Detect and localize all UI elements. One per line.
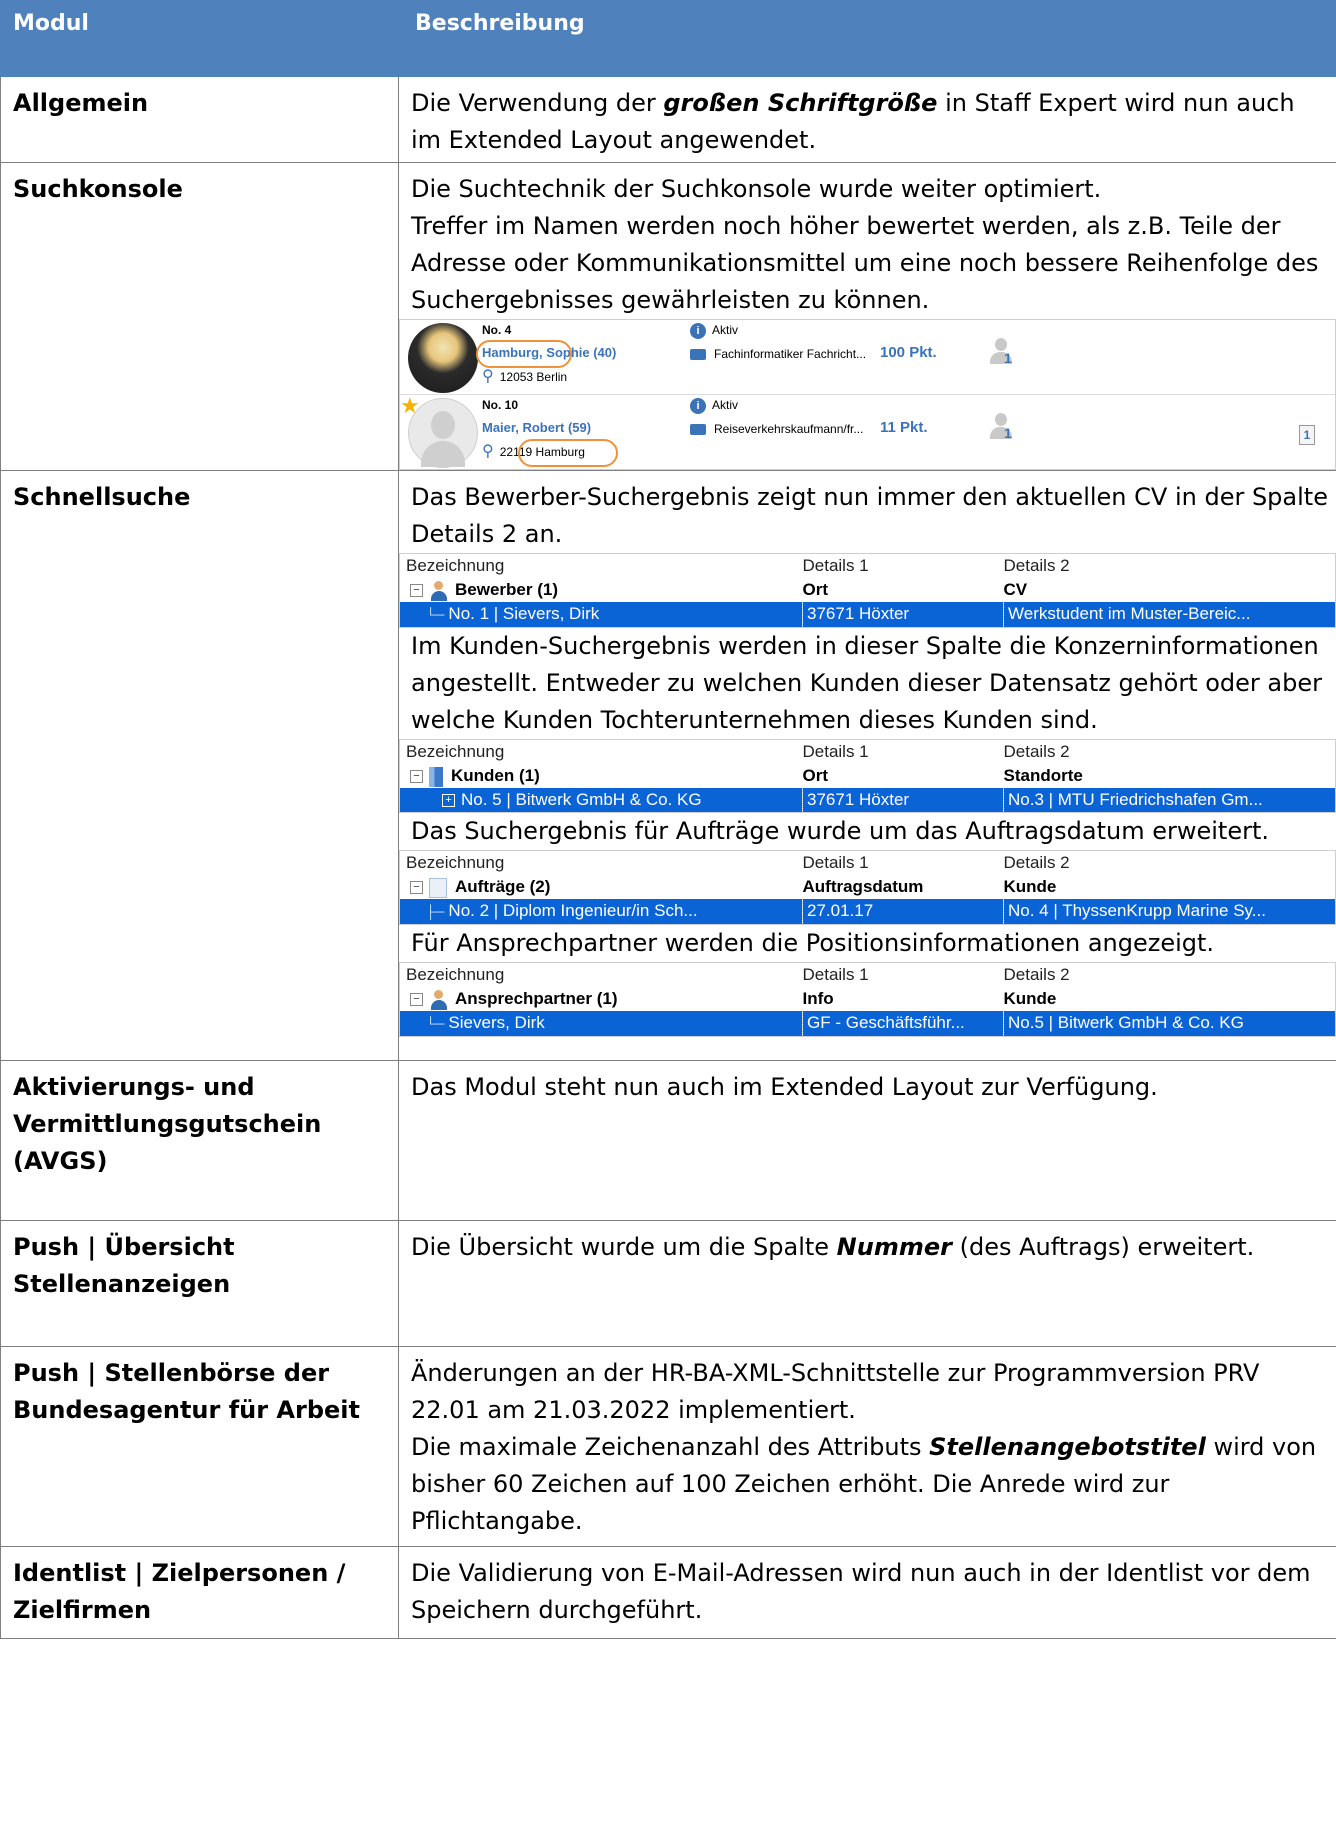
candidate-status: i Aktiv [690, 322, 738, 339]
applicant-icon [429, 580, 447, 601]
candidate-name: Maier, Robert (59) [482, 420, 592, 435]
contact-person-icon [429, 989, 447, 1010]
briefcase-icon [690, 424, 706, 436]
candidate-count: 1 [1004, 425, 1012, 441]
tree-line-icon: ├─ [426, 904, 445, 919]
grid-selected-row[interactable]: └─ No. 1 | Sievers, Dirk 37671 Höxter Werks… [400, 602, 1335, 627]
expand-icon[interactable]: + [442, 794, 455, 808]
quicksearch-grid-applicants: Bezeichnung Details 1 Details 2 − Bewerber … [399, 553, 1336, 628]
module-name: Aktivierungs- und Vermittlungsgutschein … [0, 1060, 399, 1221]
briefcase-icon [690, 349, 706, 361]
quicksearch-grid-customers: Bezeichnung Details 1 Details 2 − Kunden (1… [399, 739, 1336, 813]
description-line: Die maximale Zeichenanzahl des Attributs… [411, 1433, 1317, 1535]
highlight-ring [476, 340, 572, 368]
description-line: Die Suchtechnik der Suchkonsole wurde we… [411, 175, 1102, 203]
candidate-job: Fachinformatiker Fachricht... [690, 346, 866, 363]
table-row: Push | Übersicht Stellenanzeigen Die Übe… [0, 1220, 1336, 1347]
grid-header: Details 1 [802, 853, 869, 872]
order-icon [429, 877, 447, 898]
result-card: No. 4 Hamburg, Sophie (40) ⚲ 12053 Berlin… [400, 320, 1335, 395]
description-paragraph: Für Ansprechpartner werden die Positions… [411, 929, 1215, 957]
table-row: Identlist | Zielpersonen / Zielfirmen Di… [0, 1546, 1336, 1639]
module-name: Allgemein [0, 76, 399, 163]
grid-selected-row[interactable]: └─ Sievers, Dirk GF - Geschäftsführ... No.5… [400, 1011, 1335, 1036]
quicksearch-grid-orders: Bezeichnung Details 1 Details 2 − Aufträge … [399, 850, 1336, 925]
info-icon: i [690, 322, 706, 339]
customer-icon [429, 766, 443, 787]
grid-header: Details 2 [1003, 742, 1070, 761]
result-card: ★ No. 10 Maier, Robert (59) ⚲ 22119 Hambu… [400, 395, 1335, 469]
collapse-icon[interactable]: − [410, 993, 423, 1007]
table-row: Push | Stellenbörse der Bundesagentur fü… [0, 1346, 1336, 1547]
candidate-location: ⚲ 12053 Berlin [482, 368, 568, 385]
header-description: Beschreibung [398, 0, 1336, 77]
description-line: Änderungen an der HR-BA-XML-Schnittstell… [411, 1359, 1260, 1424]
grid-header: Bezeichnung [406, 742, 505, 761]
table-row: Suchkonsole Die Suchtechnik der Suchkons… [0, 162, 1336, 471]
info-icon: i [690, 397, 706, 414]
candidate-count: 1 [1004, 350, 1012, 366]
grid-header: Details 1 [802, 556, 869, 575]
collapse-icon[interactable]: − [410, 881, 423, 895]
grid-header: Details 2 [1003, 556, 1070, 575]
grid-header: Bezeichnung [406, 965, 505, 984]
tree-line-icon: └─ [426, 607, 445, 622]
description-paragraph: Im Kunden-Suchergebnis werden in dieser … [411, 632, 1323, 734]
module-description: Die Verwendung der großen Schriftgröße i… [398, 76, 1336, 163]
grid-group-row[interactable]: − Ansprechpartner (1) Info Kunde [400, 987, 1335, 1011]
grid-selected-row[interactable]: + No. 5 | Bitwerk GmbH & Co. KG 37671 Höxt… [400, 788, 1335, 812]
grid-selected-row[interactable]: ├─ No. 2 | Diplom Ingenieur/in Sch... 27.0… [400, 899, 1335, 924]
module-name: Schnellsuche [0, 470, 399, 1061]
tree-line-icon: └─ [426, 1016, 445, 1031]
table-row: Aktivierungs- und Vermittlungsgutschein … [0, 1060, 1336, 1221]
highlight-ring [518, 439, 618, 467]
grid-group-row[interactable]: − Bewerber (1) Ort CV [400, 578, 1335, 602]
description-paragraph: Das Bewerber-Suchergebnis zeigt nun imme… [411, 483, 1328, 548]
location-pin-icon: ⚲ [482, 443, 494, 460]
module-name: Push | Stellenbörse der Bundesagentur fü… [0, 1346, 399, 1547]
grid-header: Details 1 [802, 742, 869, 761]
search-console-screenshot: No. 4 Hamburg, Sophie (40) ⚲ 12053 Berlin… [399, 319, 1336, 470]
module-description: Die Validierung von E-Mail-Adressen wird… [398, 1546, 1336, 1639]
description-paragraph: Das Suchergebnis für Aufträge wurde um d… [411, 817, 1269, 845]
quicksearch-grid-contacts: Bezeichnung Details 1 Details 2 − Ansprechp… [399, 962, 1336, 1037]
grid-header: Bezeichnung [406, 853, 505, 872]
document-icon: 1 [1299, 425, 1315, 445]
table-header-row: Modul Beschreibung [0, 0, 1336, 77]
module-description: Das Bewerber-Suchergebnis zeigt nun imme… [398, 470, 1336, 1061]
collapse-icon[interactable]: − [410, 584, 423, 598]
location-pin-icon: ⚲ [482, 368, 494, 385]
table-row: Schnellsuche Das Bewerber-Suchergebnis z… [0, 470, 1336, 1061]
candidate-number: No. 4 [482, 323, 512, 337]
grid-group-row[interactable]: − Aufträge (2) Auftragsdatum Kunde [400, 875, 1335, 899]
module-description: Die Übersicht wurde um die Spalte Nummer… [398, 1220, 1336, 1347]
candidate-points: 11 Pkt. [880, 419, 928, 436]
header-module: Modul [0, 0, 399, 77]
release-notes-table: Modul Beschreibung Allgemein Die Verwend… [0, 0, 1336, 1639]
module-description: Die Suchtechnik der Suchkonsole wurde we… [398, 162, 1336, 471]
candidate-status: i Aktiv [690, 397, 738, 414]
grid-header: Details 2 [1003, 965, 1070, 984]
candidate-photo [408, 323, 478, 393]
grid-group-row[interactable]: − Kunden (1) Ort Standorte [400, 764, 1335, 788]
module-name: Push | Übersicht Stellenanzeigen [0, 1220, 399, 1347]
collapse-icon[interactable]: − [410, 770, 423, 784]
grid-header: Bezeichnung [406, 556, 505, 575]
candidate-points: 100 Pkt. [880, 344, 937, 361]
candidate-number: No. 10 [482, 398, 519, 412]
star-icon: ★ [400, 393, 420, 418]
module-description: Das Modul steht nun auch im Extended Lay… [398, 1060, 1336, 1221]
module-name: Identlist | Zielpersonen / Zielfirmen [0, 1546, 399, 1639]
candidate-job: Reiseverkehrskaufmann/fr... [690, 421, 863, 438]
grid-header: Details 1 [802, 965, 869, 984]
grid-header: Details 2 [1003, 853, 1070, 872]
module-description: Änderungen an der HR-BA-XML-Schnittstell… [398, 1346, 1336, 1547]
table-row: Allgemein Die Verwendung der großen Schr… [0, 76, 1336, 163]
description-line: Treffer im Namen werden noch höher bewer… [411, 212, 1319, 314]
module-name: Suchkonsole [0, 162, 399, 471]
